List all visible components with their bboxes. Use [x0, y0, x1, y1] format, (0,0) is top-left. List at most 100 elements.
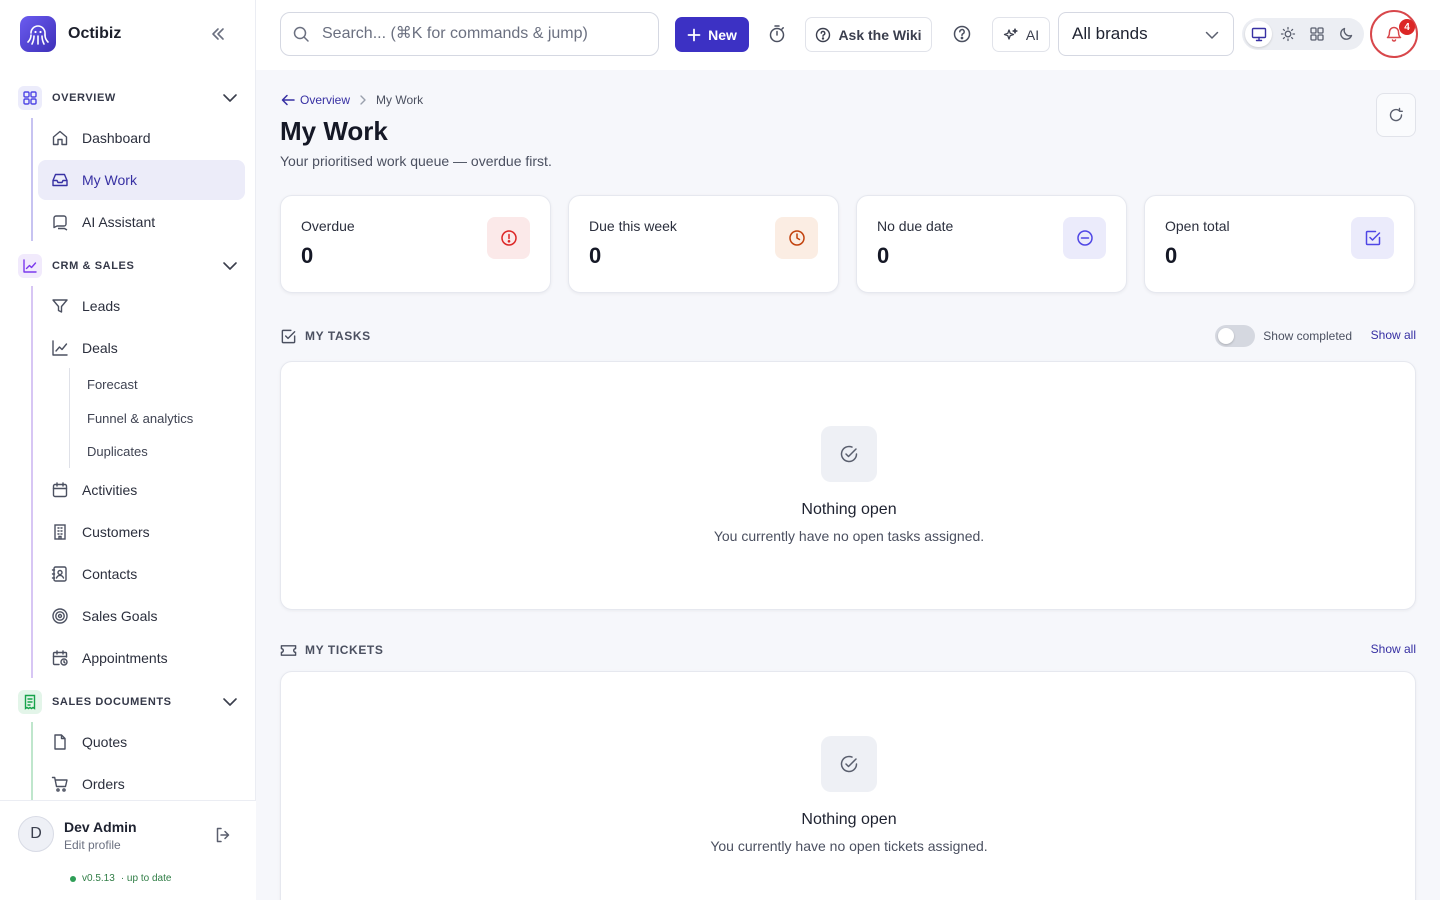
help-icon[interactable]: [952, 24, 972, 44]
sidebar-item-orders[interactable]: Orders: [38, 764, 245, 800]
brand-select-value: All brands: [1072, 24, 1148, 43]
tasks-empty-title: Nothing open: [801, 501, 897, 518]
check-square-icon: [1351, 217, 1394, 259]
section-rail: [31, 722, 33, 800]
sidebar-item-deals[interactable]: Deals: [38, 328, 245, 368]
toggle-label: Show completed: [1263, 329, 1352, 343]
trend-icon: [51, 339, 69, 357]
circle-check-icon: [821, 426, 877, 482]
stat-card-open-total[interactable]: Open total 0: [1144, 195, 1415, 293]
breadcrumb-parent: Overview: [300, 93, 351, 107]
notification-badge: 4: [1399, 19, 1415, 35]
stat-card-no-due-date[interactable]: No due date 0: [856, 195, 1127, 293]
octopus-logo-icon: [20, 16, 56, 52]
tickets-empty-title: Nothing open: [801, 811, 897, 828]
topbar: New Ask the Wiki AI All brands 4: [256, 0, 1440, 70]
sidebar: Octibiz OVERVIEW Dashboard My Work AI As…: [0, 0, 256, 900]
status-dot: [70, 875, 76, 882]
search-input[interactable]: [322, 25, 642, 43]
toggle-switch[interactable]: [1215, 325, 1256, 347]
monitor-icon[interactable]: [1245, 21, 1272, 47]
section-crm-sales[interactable]: CRM & SALES: [18, 254, 246, 278]
sparkles-icon: [1003, 27, 1018, 40]
app-name: Octibiz: [68, 25, 122, 42]
sidebar-item-ai-assistant[interactable]: AI Assistant: [38, 202, 245, 242]
section-sales-documents[interactable]: SALES DOCUMENTS: [18, 690, 246, 714]
stat-value: 0: [301, 243, 314, 268]
section-rail: [31, 118, 33, 241]
breadcrumb-current: My Work: [376, 93, 424, 107]
user-panel: D Dev Admin Edit profile v0.5.13 · up to…: [0, 800, 256, 900]
stat-value: 0: [877, 243, 890, 268]
sidebar-item-activities[interactable]: Activities: [38, 470, 245, 510]
tasks-section-header: MY TASKS Show completed Show all: [280, 325, 1416, 347]
chevron-down-icon[interactable]: [222, 694, 238, 710]
sidebar-item-label: Deals: [82, 340, 118, 356]
notifications-button[interactable]: 4: [1370, 10, 1418, 58]
section-label: CRM & SALES: [52, 260, 135, 272]
ask-wiki-button[interactable]: Ask the Wiki: [805, 17, 932, 52]
moon-icon[interactable]: [1332, 21, 1359, 47]
chart-line-icon: [18, 254, 42, 278]
calendar-icon: [51, 481, 69, 499]
stat-card-due-this-week[interactable]: Due this week 0: [568, 195, 839, 293]
collapse-sidebar-icon[interactable]: [208, 24, 228, 44]
sun-icon[interactable]: [1274, 21, 1301, 47]
new-button-label: New: [708, 26, 737, 43]
user-name[interactable]: Dev Admin: [64, 819, 137, 835]
refresh-button[interactable]: [1376, 93, 1416, 137]
refresh-icon: [1389, 107, 1403, 122]
edit-profile-link[interactable]: Edit profile: [64, 838, 121, 852]
section-overview[interactable]: OVERVIEW: [18, 86, 246, 110]
calendar-clock-icon: [51, 649, 69, 667]
chat-icon: [51, 213, 69, 231]
widgets-icon[interactable]: [1303, 21, 1330, 47]
sidebar-item-label: Customers: [82, 524, 150, 540]
circle-check-icon: [821, 736, 877, 792]
plus-icon: [687, 28, 701, 41]
stat-card-overdue[interactable]: Overdue 0: [280, 195, 551, 293]
contact-icon: [51, 565, 69, 583]
stat-label: Due this week: [589, 218, 677, 234]
sidebar-item-label: Leads: [82, 298, 121, 314]
chevron-down-icon: [1203, 26, 1221, 44]
sidebar-item-contacts[interactable]: Contacts: [38, 554, 245, 594]
show-completed-toggle[interactable]: Show completed: [1215, 325, 1352, 347]
ai-button[interactable]: AI: [992, 17, 1050, 52]
sidebar-subitem-duplicates[interactable]: Duplicates: [87, 442, 148, 462]
sidebar-item-customers[interactable]: Customers: [38, 512, 245, 552]
sidebar-item-dashboard[interactable]: Dashboard: [38, 118, 245, 158]
alert-circle-icon: [487, 217, 530, 259]
tickets-show-all-link[interactable]: Show all: [1371, 642, 1416, 656]
sidebar-item-sales-goals[interactable]: Sales Goals: [38, 596, 245, 636]
brand-select[interactable]: All brands: [1058, 12, 1234, 56]
submenu-rail: [69, 368, 70, 468]
new-button[interactable]: New: [675, 17, 749, 52]
chevron-right-icon: [356, 93, 370, 107]
breadcrumb-back-link[interactable]: Overview: [280, 92, 350, 108]
inbox-icon: [51, 171, 69, 189]
tasks-show-all-link[interactable]: Show all: [1371, 328, 1416, 342]
sidebar-subitem-funnel-analytics[interactable]: Funnel & analytics: [87, 409, 193, 429]
ticket-icon: [280, 642, 297, 659]
timer-icon[interactable]: [767, 24, 787, 44]
search-icon: [292, 25, 310, 43]
sidebar-item-leads[interactable]: Leads: [38, 286, 245, 326]
stat-label: No due date: [877, 218, 954, 234]
avatar[interactable]: D: [18, 816, 54, 852]
chevron-down-icon[interactable]: [222, 90, 238, 106]
tasks-title: MY TASKS: [280, 326, 371, 346]
breadcrumb: Overview My Work: [280, 92, 423, 108]
search-box[interactable]: [280, 12, 659, 56]
logout-icon[interactable]: [214, 826, 232, 844]
sidebar-item-label: Dashboard: [82, 130, 151, 146]
chevron-down-icon[interactable]: [222, 258, 238, 274]
sidebar-subitem-forecast[interactable]: Forecast: [87, 375, 138, 395]
sidebar-item-appointments[interactable]: Appointments: [38, 638, 245, 678]
sidebar-item-label: Activities: [82, 482, 138, 498]
sidebar-item-my-work[interactable]: My Work: [38, 160, 245, 200]
sidebar-item-quotes[interactable]: Quotes: [38, 722, 245, 762]
brand[interactable]: Octibiz: [20, 16, 121, 52]
ask-wiki-label: Ask the Wiki: [838, 26, 922, 43]
tickets-section-header: MY TICKETS Show all: [280, 640, 1416, 660]
